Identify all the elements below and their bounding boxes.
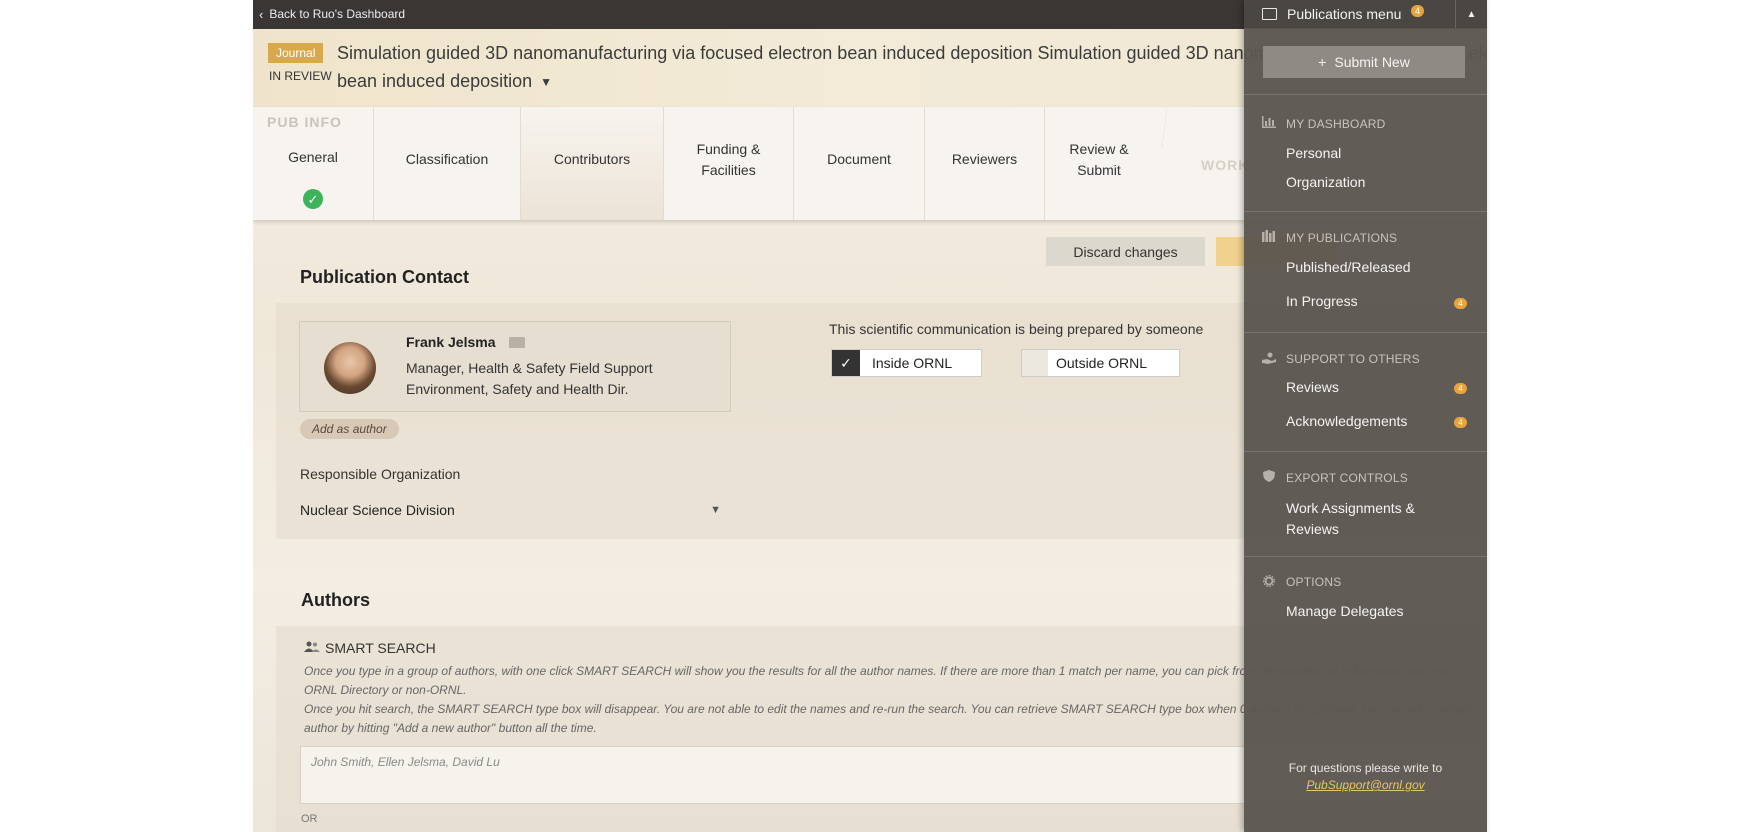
tab-funding-label: Funding & Facilities: [696, 140, 761, 178]
plus-icon: +: [1318, 54, 1327, 70]
contact-role: Manager, Health & Safety Field Support E…: [406, 358, 726, 400]
tab-arrow-shape: [1153, 107, 1165, 220]
menu-divider: [1244, 332, 1487, 333]
workflow-section-label: WORK: [1201, 157, 1250, 173]
contact-name: Frank Jelsma: [406, 334, 496, 350]
publication-contact-heading: Publication Contact: [300, 267, 470, 287]
publications-menu: Publications menu 4 ▲ + Submit New MY DA…: [1244, 0, 1487, 832]
tab-classification-label: Classification: [405, 151, 489, 167]
support-to-others-header: SUPPORT TO OTHERS: [1286, 352, 1420, 366]
add-as-author-button[interactable]: Add as author: [300, 419, 399, 439]
people-icon: [304, 641, 320, 652]
tab-classification[interactable]: Classification: [374, 107, 521, 220]
publication-status: IN REVIEW: [269, 69, 332, 83]
tab-review-submit[interactable]: Review & Submit: [1045, 107, 1153, 220]
or-separator: OR: [301, 813, 318, 825]
library-icon: [1262, 230, 1275, 242]
contact-role-line2: Environment, Safety and Health Dir.: [406, 381, 629, 397]
smart-search-title: SMART SEARCH: [325, 640, 436, 656]
check-icon: ✓: [832, 350, 860, 376]
responsible-organization-value: Nuclear Science Division: [300, 502, 455, 518]
help-email-link[interactable]: PubSupport@ornl.gov: [1244, 778, 1487, 792]
publications-menu-header[interactable]: Publications menu 4 ▲: [1244, 0, 1487, 28]
book-icon: [1262, 8, 1277, 20]
tab-reviewers[interactable]: Reviewers: [925, 107, 1045, 220]
outside-ornl-label: Outside ORNL: [1056, 355, 1148, 371]
contact-card: Frank Jelsma Manager, Health & Safety Fi…: [299, 321, 731, 412]
bar-chart-icon: [1262, 116, 1276, 128]
menu-divider: [1244, 211, 1487, 212]
acknowledgements-count-badge: 4: [1454, 417, 1467, 428]
menu-item-acknowledgements[interactable]: Acknowledgements: [1286, 411, 1407, 432]
menu-item-personal[interactable]: Personal: [1286, 143, 1341, 164]
publications-menu-count-badge: 4: [1411, 5, 1425, 17]
menu-item-organization[interactable]: Organization: [1286, 172, 1365, 193]
my-publications-header: MY PUBLICATIONS: [1286, 231, 1398, 245]
my-dashboard-header: MY DASHBOARD: [1286, 117, 1386, 131]
back-to-dashboard-link[interactable]: ‹ Back to Ruo's Dashboard: [259, 7, 405, 21]
gear-icon: [1263, 575, 1275, 587]
tab-funding-facilities[interactable]: Funding & Facilities: [664, 107, 794, 220]
publication-type-badge: Journal: [268, 43, 324, 63]
contact-role-line1: Manager, Health & Safety Field Support: [406, 360, 653, 376]
prepared-by-label: This scientific communication is being p…: [829, 321, 1204, 337]
id-card-icon[interactable]: [509, 337, 525, 348]
tab-document-label: Document: [827, 151, 891, 167]
export-controls-header: EXPORT CONTROLS: [1286, 471, 1408, 485]
menu-item-work-assignments-reviews[interactable]: Work Assignments & Reviews: [1286, 498, 1466, 540]
publications-menu-title: Publications menu: [1287, 6, 1402, 22]
unchecked-box: [1022, 350, 1048, 376]
tab-general-label: General: [288, 149, 338, 165]
reviews-count-badge: 4: [1454, 383, 1467, 394]
responsible-organization-label: Responsible Organization: [300, 466, 461, 482]
collapse-menu-button[interactable]: ▲: [1455, 0, 1487, 28]
back-link-label: Back to Ruo's Dashboard: [269, 7, 406, 21]
outside-ornl-option[interactable]: Outside ORNL: [1021, 349, 1180, 377]
dropdown-caret-icon: ▼: [710, 504, 721, 516]
menu-item-reviews[interactable]: Reviews: [1286, 377, 1339, 398]
tab-review-submit-label: Review & Submit: [1069, 140, 1129, 178]
help-text: For questions please write to: [1288, 761, 1443, 775]
inside-ornl-option[interactable]: ✓ Inside ORNL: [831, 349, 982, 377]
menu-item-manage-delegates[interactable]: Manage Delegates: [1286, 601, 1404, 622]
tab-document[interactable]: Document: [794, 107, 925, 220]
authors-heading: Authors: [301, 590, 370, 610]
in-progress-count-badge: 4: [1454, 298, 1467, 309]
tab-general[interactable]: General ✓: [253, 107, 374, 220]
chevron-left-icon: ‹: [259, 6, 264, 22]
tab-reviewers-label: Reviewers: [951, 151, 1018, 167]
menu-item-published-released[interactable]: Published/Released: [1286, 257, 1411, 278]
menu-item-in-progress[interactable]: In Progress: [1286, 291, 1358, 312]
tab-contributors-label: Contributors: [553, 151, 631, 167]
discard-changes-button[interactable]: Discard changes: [1046, 237, 1205, 266]
check-icon: ✓: [303, 189, 323, 209]
title-dropdown-caret-icon[interactable]: ▼: [540, 68, 552, 96]
menu-divider: [1244, 556, 1487, 557]
hand-icon: [1262, 352, 1276, 364]
responsible-organization-select[interactable]: Nuclear Science Division ▼: [300, 496, 725, 524]
menu-divider: [1244, 451, 1487, 452]
submit-new-label: Submit New: [1334, 54, 1410, 70]
tab-contributors[interactable]: Contributors: [521, 107, 664, 220]
shield-icon: [1263, 470, 1275, 482]
options-header: OPTIONS: [1286, 575, 1342, 589]
inside-ornl-label: Inside ORNL: [872, 355, 953, 371]
submit-new-button[interactable]: + Submit New: [1263, 46, 1465, 78]
menu-divider: [1244, 94, 1487, 95]
avatar: [324, 342, 376, 394]
